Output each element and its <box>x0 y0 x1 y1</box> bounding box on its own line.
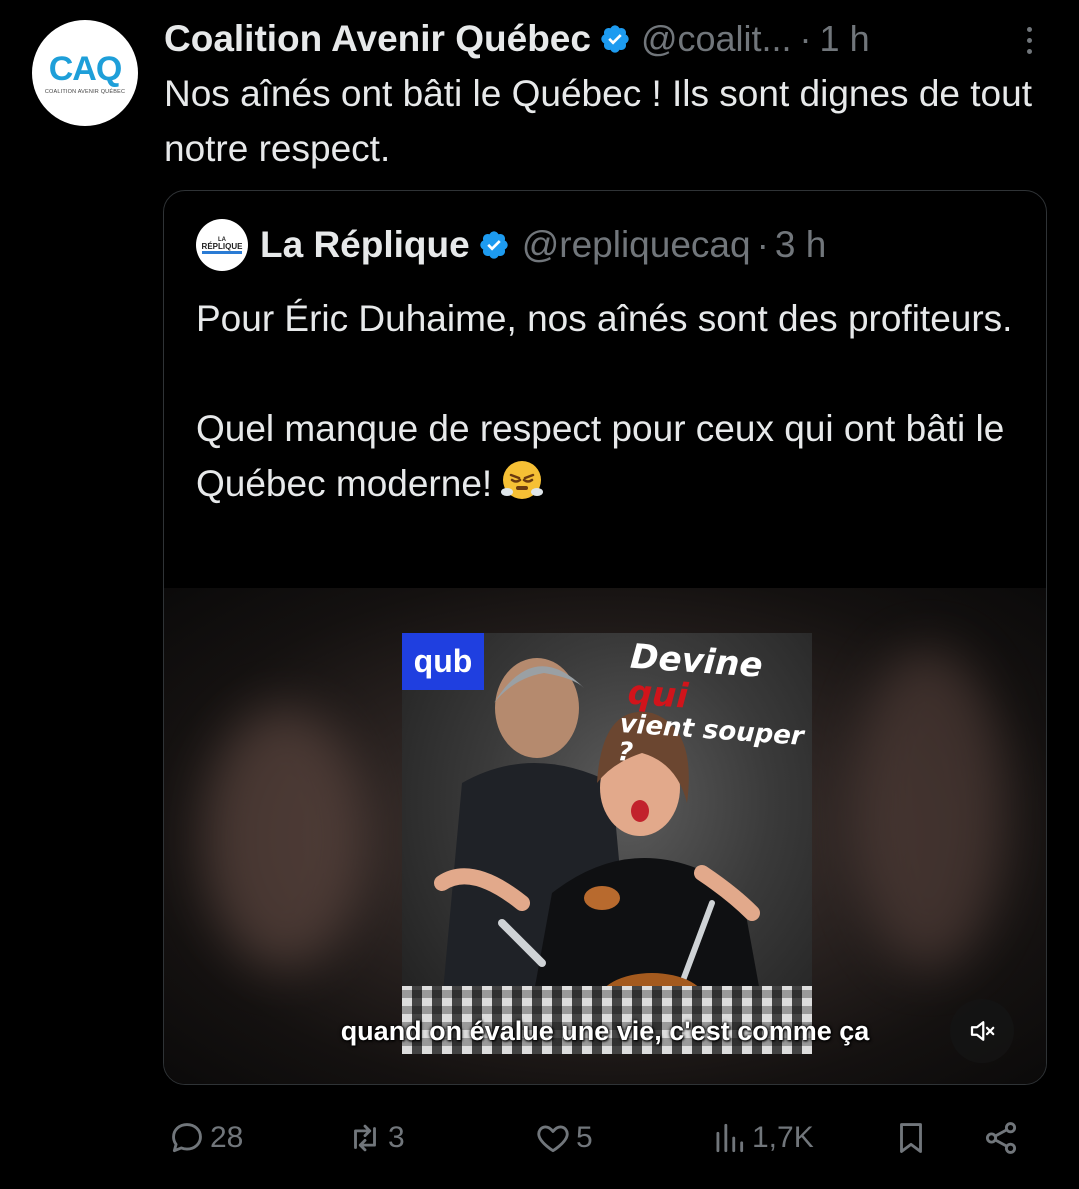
poster-title: Devine qui vient souper ? <box>617 637 812 780</box>
post-text: Nos aînés ont bâti le Québec ! Ils sont … <box>164 73 1032 169</box>
caq-logo-subtext: COALITION AVENIR QUÉBEC <box>44 88 126 95</box>
steam-face-emoji-icon <box>500 458 544 502</box>
reply-icon <box>172 1123 202 1153</box>
verified-badge-icon <box>478 229 510 261</box>
caq-avatar[interactable]: CAQ COALITION AVENIR QUÉBEC <box>32 20 138 126</box>
view-count: 1,7K <box>752 1121 814 1154</box>
reply-count: 28 <box>210 1121 244 1154</box>
heart-icon <box>537 1125 569 1153</box>
repost-count: 3 <box>388 1121 405 1154</box>
quoted-paragraph-2-text: Quel manque de respect pour ceux qui ont… <box>196 408 1005 504</box>
video-player[interactable]: qub Devine qui vient souper ? quand on é… <box>164 588 1046 1084</box>
quoted-post-header: LA RÉPLIQUE La Réplique @repliquecaq · 3… <box>196 219 826 271</box>
views-icon <box>716 1123 744 1153</box>
separator-dot: · <box>756 224 769 265</box>
quoted-paragraph-2: Quel manque de respect pour ceux qui ont… <box>196 401 1026 511</box>
blurred-background <box>204 708 364 968</box>
quoted-post[interactable]: LA RÉPLIQUE La Réplique @repliquecaq · 3… <box>163 190 1047 1085</box>
reply-button[interactable]: 28 <box>168 1110 243 1166</box>
like-button[interactable]: 5 <box>534 1110 593 1166</box>
blurred-background <box>854 648 1004 968</box>
share-icon <box>985 1122 1017 1154</box>
quoted-author-handle[interactable]: @repliquecaq <box>522 224 751 266</box>
la-replique-avatar[interactable]: LA RÉPLIQUE <box>196 219 248 271</box>
bookmark-button[interactable] <box>892 1110 930 1166</box>
author-handle[interactable]: @coalit... <box>641 18 792 60</box>
views-button[interactable]: 1,7K <box>710 1110 814 1166</box>
la-replique-logo-line2: RÉPLIQUE <box>201 242 243 254</box>
post-header: Coalition Avenir Québec @coalit... · 1 h <box>164 14 1049 64</box>
mute-button[interactable] <box>950 999 1014 1063</box>
post-time[interactable]: 1 h <box>820 18 870 60</box>
quoted-post-text: Pour Éric Duhaime, nos aînés sont des pr… <box>196 291 1026 511</box>
repost-icon <box>354 1124 376 1152</box>
quoted-post-time[interactable]: 3 h <box>775 224 826 266</box>
speaker-muted-icon <box>970 1021 995 1041</box>
verified-badge-icon <box>599 23 631 55</box>
video-subtitle: quand on évalue une vie, c'est comme ça <box>340 1016 870 1046</box>
like-count: 5 <box>576 1121 593 1154</box>
quoted-author-name[interactable]: La Réplique <box>260 224 470 266</box>
quoted-paragraph-1: Pour Éric Duhaime, nos aînés sont des pr… <box>196 298 1013 339</box>
share-button[interactable] <box>982 1110 1020 1166</box>
author-name[interactable]: Coalition Avenir Québec <box>164 18 591 60</box>
caq-logo-text: CAQ <box>48 49 123 88</box>
video-thumbnail: qub Devine qui vient souper ? <box>402 633 812 1054</box>
bookmark-icon <box>900 1123 922 1153</box>
separator-dot: · <box>799 18 812 59</box>
more-options-icon[interactable] <box>1009 20 1049 60</box>
action-bar: 28 3 5 1,7K <box>164 1110 1034 1166</box>
repost-button[interactable]: 3 <box>346 1110 405 1166</box>
